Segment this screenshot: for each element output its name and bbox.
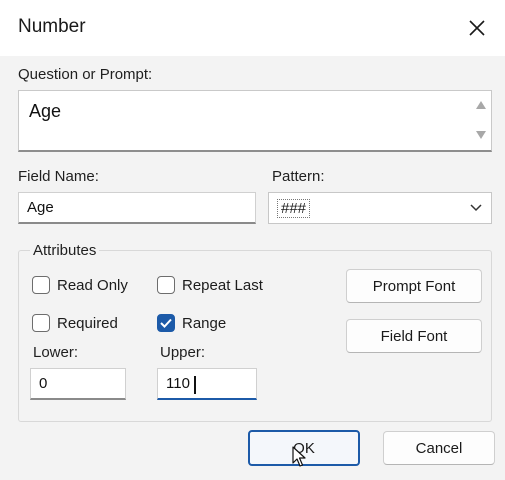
text-caret	[194, 376, 196, 394]
number-dialog: Number Question or Prompt: Age Field Nam…	[0, 0, 505, 480]
range-checkbox[interactable]: Range	[157, 314, 226, 332]
cancel-button[interactable]: Cancel	[383, 431, 495, 465]
close-icon	[469, 20, 485, 36]
close-button[interactable]	[457, 8, 497, 48]
prompt-label: Question or Prompt:	[18, 66, 153, 83]
required-checkbox[interactable]: Required	[32, 314, 118, 332]
pattern-select[interactable]: ###	[268, 192, 492, 224]
mouse-pointer-icon	[292, 446, 306, 467]
field-font-button[interactable]: Field Font	[346, 319, 482, 353]
prompt-scrollbar[interactable]	[471, 91, 491, 150]
field-name-input[interactable]: Age	[18, 192, 256, 224]
checkmark-icon	[160, 318, 172, 328]
scroll-up-icon[interactable]	[476, 101, 486, 109]
read-only-label: Read Only	[57, 276, 128, 294]
prompt-font-button[interactable]: Prompt Font	[346, 269, 482, 303]
pattern-label: Pattern:	[272, 168, 325, 185]
required-label: Required	[57, 314, 118, 332]
field-name-value: Age	[27, 199, 54, 216]
repeat-last-label: Repeat Last	[182, 276, 263, 294]
attributes-group-title: Attributes	[30, 242, 100, 259]
upper-label: Upper:	[160, 344, 206, 361]
lower-label: Lower:	[33, 344, 79, 361]
lower-input[interactable]: 0	[30, 368, 126, 400]
title-bar: Number	[0, 0, 505, 56]
chevron-down-icon	[470, 204, 482, 212]
pattern-value: ###	[277, 198, 311, 218]
prompt-text: Age	[29, 101, 62, 121]
field-name-label: Field Name:	[18, 168, 99, 185]
scroll-down-icon[interactable]	[476, 131, 486, 139]
upper-value: 110	[166, 375, 190, 392]
range-box[interactable]	[157, 314, 175, 332]
repeat-last-box[interactable]	[157, 276, 175, 294]
upper-input[interactable]: 110	[157, 368, 257, 400]
prompt-textarea[interactable]: Age	[18, 90, 492, 152]
read-only-checkbox[interactable]: Read Only	[32, 276, 128, 294]
range-label: Range	[182, 314, 227, 332]
required-box[interactable]	[32, 314, 50, 332]
repeat-last-checkbox[interactable]: Repeat Last	[157, 276, 263, 294]
dialog-title: Number	[18, 16, 86, 37]
lower-value: 0	[39, 375, 48, 392]
read-only-box[interactable]	[32, 276, 50, 294]
